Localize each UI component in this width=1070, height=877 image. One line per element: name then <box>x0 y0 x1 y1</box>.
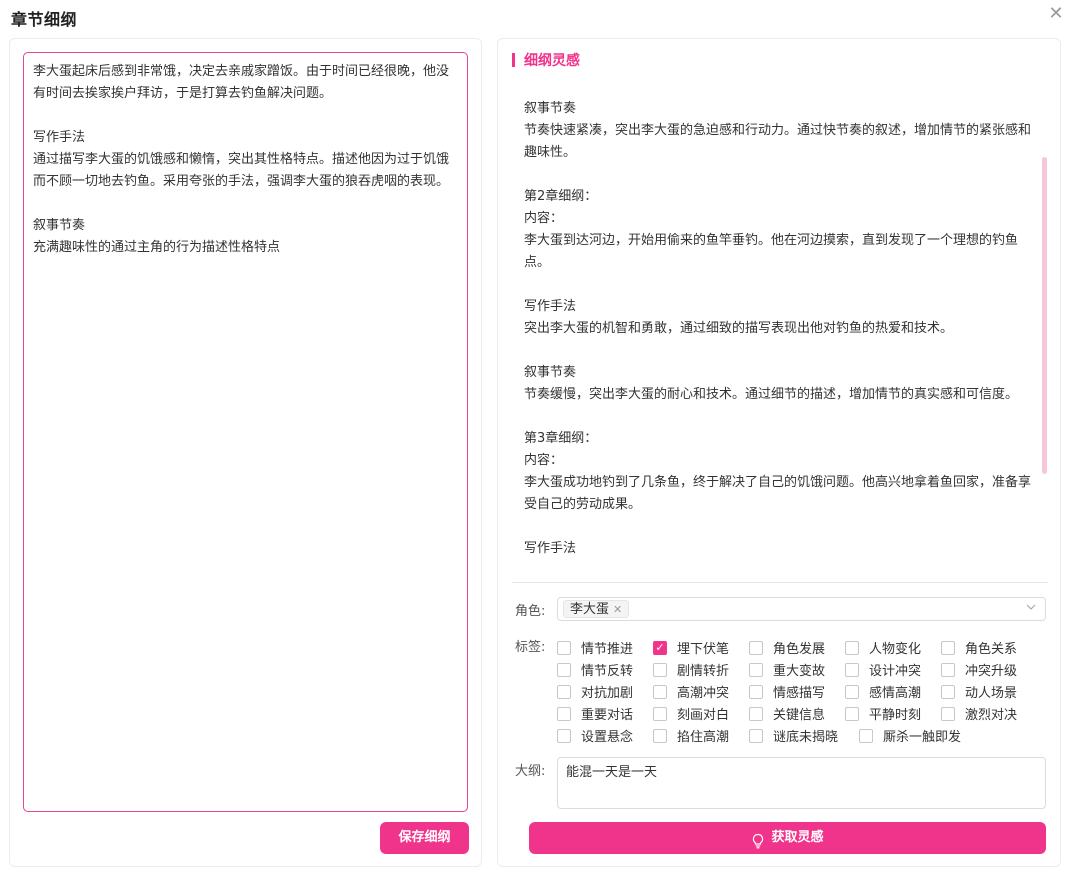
get-inspiration-button[interactable]: 获取灵感 <box>529 822 1046 854</box>
get-inspiration-label: 获取灵感 <box>771 830 824 845</box>
tag-checkbox[interactable]: 厮杀一触即发 <box>859 726 961 745</box>
left-panel: 李大蛋起床后感到非常饿，决定去亲戚家蹭饭。由于时间已经很晚，他没有时间去挨家挨户… <box>9 38 482 867</box>
checkbox-icon[interactable] <box>557 728 571 743</box>
dialog-title: 章节细纲 <box>11 10 78 29</box>
tag-label: 动人场景 <box>965 686 1018 701</box>
lightbulb-icon <box>751 830 765 849</box>
tag-label: 关键信息 <box>773 708 826 723</box>
checkbox-checked-icon[interactable]: ✓ <box>653 640 667 655</box>
tag-label: 角色发展 <box>773 642 826 657</box>
tag-checkbox[interactable]: 情节反转 <box>557 660 633 679</box>
tag-checkbox[interactable]: 关键信息 <box>749 704 825 723</box>
tag-label: 人物变化 <box>869 642 922 657</box>
inspiration-scroll-area[interactable]: 叙事节奏 节奏快速紧凑，突出李大蛋的急迫感和行动力。通过快节奏的叙述，增加情节的… <box>516 77 1050 572</box>
tag-checkbox[interactable]: 动人场景 <box>941 682 1017 701</box>
inspiration-text: 叙事节奏 节奏快速紧凑，突出李大蛋的急迫感和行动力。通过快节奏的叙述，增加情节的… <box>524 101 1032 556</box>
checkbox-icon[interactable] <box>749 684 763 699</box>
section-header: 细纲灵感 <box>512 52 580 69</box>
tag-label: 角色关系 <box>965 642 1018 657</box>
tag-label: 激烈对决 <box>965 708 1018 723</box>
tag-label: 设计冲突 <box>869 664 922 679</box>
checkbox-icon[interactable] <box>653 662 667 677</box>
checkbox-icon[interactable] <box>653 706 667 721</box>
tag-label: 重大变故 <box>773 664 826 679</box>
divider <box>512 582 1048 583</box>
checkbox-icon[interactable] <box>557 662 571 677</box>
tag-label: 感情高潮 <box>869 686 922 701</box>
tag-checkbox[interactable]: 重要对话 <box>557 704 633 723</box>
checkbox-icon[interactable] <box>557 684 571 699</box>
close-icon[interactable]: ✕ <box>1046 4 1066 24</box>
tags-label: 标签: <box>515 640 546 655</box>
tag-checkbox[interactable]: 角色发展 <box>749 638 825 657</box>
role-tag: 李大蛋 ✕ <box>563 600 630 618</box>
tag-checkbox[interactable]: 剧情转折 <box>653 660 729 679</box>
checkbox-icon[interactable] <box>749 728 763 743</box>
tag-checkbox[interactable]: 角色关系 <box>941 638 1017 657</box>
tag-checkbox[interactable]: 高潮冲突 <box>653 682 729 701</box>
tag-label: 对抗加剧 <box>581 686 634 701</box>
role-select[interactable]: 李大蛋 ✕ <box>557 597 1046 621</box>
tag-close-icon[interactable]: ✕ <box>613 601 622 618</box>
tag-label: 厮杀一触即发 <box>883 730 962 745</box>
tag-checkbox[interactable]: 掐住高潮 <box>653 726 729 745</box>
tag-checkbox[interactable]: ✓ 埋下伏笔 <box>653 638 729 657</box>
section-accent-bar <box>512 53 515 67</box>
tag-label: 平静时刻 <box>869 708 922 723</box>
tag-label: 情节推进 <box>581 642 634 657</box>
tag-label: 埋下伏笔 <box>677 642 730 657</box>
tag-checkbox[interactable]: 情节推进 <box>557 638 633 657</box>
tag-checkbox[interactable]: 感情高潮 <box>845 682 921 701</box>
checkbox-icon[interactable] <box>749 662 763 677</box>
checkbox-icon[interactable] <box>845 706 859 721</box>
tag-label: 情感描写 <box>773 686 826 701</box>
role-label: 角色: <box>515 604 546 619</box>
tag-checkbox[interactable]: 谜底未揭晓 <box>749 726 838 745</box>
section-title: 细纲灵感 <box>524 53 580 69</box>
tag-checkbox[interactable]: 对抗加剧 <box>557 682 633 701</box>
tag-checkbox[interactable]: 冲突升级 <box>941 660 1017 679</box>
role-tag-label: 李大蛋 <box>570 601 610 617</box>
outline-label: 大纲: <box>515 764 546 779</box>
tag-checkbox[interactable]: 激烈对决 <box>941 704 1017 723</box>
tag-label: 谜底未揭晓 <box>773 730 839 745</box>
tag-label: 掐住高潮 <box>677 730 730 745</box>
save-outline-button[interactable]: 保存细纲 <box>380 822 469 854</box>
tag-checkbox[interactable]: 设计冲突 <box>845 660 921 679</box>
checkbox-icon[interactable] <box>845 662 859 677</box>
tag-checkbox[interactable]: 刻画对白 <box>653 704 729 723</box>
tag-label: 剧情转折 <box>677 664 730 679</box>
outline-input[interactable]: 能混一天是一天 <box>557 757 1046 809</box>
checkbox-icon[interactable] <box>845 640 859 655</box>
checkbox-icon[interactable] <box>653 684 667 699</box>
tag-checkbox[interactable]: 设置悬念 <box>557 726 633 745</box>
checkbox-icon[interactable] <box>749 706 763 721</box>
chevron-down-icon <box>1025 601 1037 616</box>
checkbox-icon[interactable] <box>557 706 571 721</box>
right-panel: 细纲灵感 叙事节奏 节奏快速紧凑，突出李大蛋的急迫感和行动力。通过快节奏的叙述，… <box>497 38 1061 867</box>
checkbox-icon[interactable] <box>557 640 571 655</box>
checkbox-icon[interactable] <box>845 684 859 699</box>
tag-label: 刻画对白 <box>677 708 730 723</box>
tag-checkbox[interactable]: 情感描写 <box>749 682 825 701</box>
tag-label: 冲突升级 <box>965 664 1018 679</box>
chapter-outline-editor[interactable]: 李大蛋起床后感到非常饿，决定去亲戚家蹭饭。由于时间已经很晚，他没有时间去挨家挨户… <box>23 52 468 812</box>
tag-checkbox[interactable]: 人物变化 <box>845 638 921 657</box>
checkbox-icon[interactable] <box>941 684 955 699</box>
tag-label: 重要对话 <box>581 708 634 723</box>
tag-checkbox[interactable]: 重大变故 <box>749 660 825 679</box>
checkbox-icon[interactable] <box>941 640 955 655</box>
checkbox-icon[interactable] <box>941 662 955 677</box>
tag-checkbox[interactable]: 平静时刻 <box>845 704 921 723</box>
checkbox-icon[interactable] <box>653 728 667 743</box>
checkbox-icon[interactable] <box>749 640 763 655</box>
checkbox-icon[interactable] <box>859 728 873 743</box>
tag-label: 高潮冲突 <box>677 686 730 701</box>
tag-label: 情节反转 <box>581 664 634 679</box>
checkbox-icon[interactable] <box>941 706 955 721</box>
tag-label: 设置悬念 <box>581 730 634 745</box>
scrollbar-thumb[interactable] <box>1042 157 1047 474</box>
